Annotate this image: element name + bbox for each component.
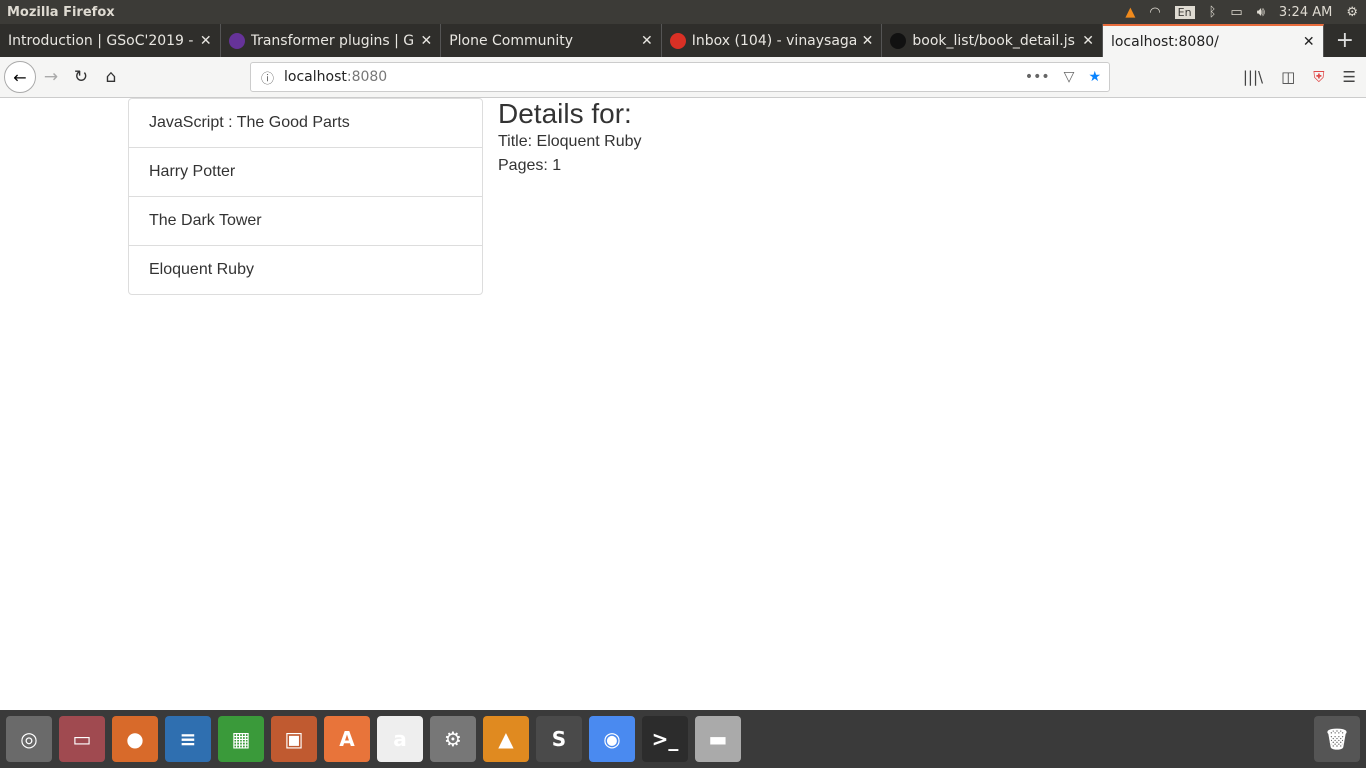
close-tab-icon[interactable]: ✕ (420, 33, 432, 49)
close-tab-icon[interactable]: ✕ (862, 33, 874, 49)
close-tab-icon[interactable]: ✕ (1082, 33, 1094, 49)
writer-icon[interactable]: ≡ (165, 716, 211, 762)
keyboard-language[interactable]: En (1174, 5, 1195, 19)
new-tab-button[interactable]: + (1324, 24, 1366, 57)
launcher-dock: 🗑︎ ◎ ▭ ● ≡ ▦ ▣ Aa ⚙ ▲ S ◉ >_ ▬ (0, 710, 1366, 768)
github-icon (890, 32, 907, 49)
details-title: Title: Eloquent Ruby (498, 133, 642, 150)
wifi-icon[interactable]: ◠ (1149, 5, 1160, 20)
privacy-badger-icon[interactable]: ⛨ (1313, 68, 1324, 86)
power-icon[interactable]: ⚙ (1346, 5, 1358, 20)
ubuntu-icon[interactable]: ◎ (6, 716, 52, 762)
book-list-item[interactable]: JavaScript : The Good Parts (129, 99, 482, 148)
window-title: Mozilla Firefox (7, 4, 115, 20)
software-center-icon[interactable]: A (324, 716, 370, 762)
amazon-icon[interactable]: a (377, 716, 423, 762)
system-tray: ▲ ◠ En ᛒ ▭ 🔊︎ 3:24 AM ⚙ (1125, 0, 1358, 24)
details-heading: Details for: (498, 98, 632, 129)
details-pages: Pages: 1 (498, 157, 562, 174)
reload-button[interactable]: ↻ (66, 67, 96, 87)
info-icon[interactable]: ⓘ (261, 68, 274, 87)
battery-icon[interactable]: ▭ (1230, 5, 1242, 20)
tab-strip: Introduction | GSoC'2019 - D ✕ Transformer… (0, 24, 1366, 57)
book-list: JavaScript : The Good Parts Harry Potter… (128, 98, 483, 295)
terminal-icon[interactable]: >_ (642, 716, 688, 762)
tab-title: Transformer plugins | Ga (250, 32, 415, 49)
menu-icon[interactable]: ☰ (1343, 68, 1356, 86)
tab-title: localhost:8080/ (1110, 33, 1219, 50)
forward-button[interactable]: → (36, 67, 66, 87)
close-tab-icon[interactable]: ✕ (1303, 34, 1315, 50)
vlc-icon[interactable]: ▲ (483, 716, 529, 762)
tab-title: book_list/book_detail.js (912, 32, 1075, 49)
tab-title: Plone Community (449, 32, 574, 49)
impress-icon[interactable]: ▣ (271, 716, 317, 762)
tab-1[interactable]: Transformer plugins | Ga ✕ (221, 24, 442, 57)
vlc-tray-icon[interactable]: ▲ (1125, 5, 1135, 20)
book-details: Details for: Title: Eloquent Ruby Pages:… (498, 98, 641, 178)
tab-0[interactable]: Introduction | GSoC'2019 - D ✕ (0, 24, 221, 57)
gmail-icon (669, 32, 686, 49)
trash-icon[interactable]: 🗑︎ (1314, 716, 1360, 762)
system-top-bar: Mozilla Firefox ▲ ◠ En ᛒ ▭ 🔊︎ 3:24 AM ⚙ (0, 0, 1366, 24)
gatsby-icon (228, 32, 245, 49)
page-content: JavaScript : The Good Parts Harry Potter… (0, 98, 1366, 710)
back-button[interactable]: ← (4, 61, 36, 93)
sidebar-icon[interactable]: ◫ (1281, 68, 1295, 86)
library-icon[interactable]: |||\ (1243, 68, 1263, 86)
files-icon[interactable]: ▭ (59, 716, 105, 762)
clock[interactable]: 3:24 AM (1279, 5, 1332, 20)
url-host: localhost (284, 69, 347, 85)
tab-3[interactable]: Inbox (104) - vinaysagar ✕ (662, 24, 883, 57)
arrow-left-icon: ← (13, 67, 27, 87)
chrome-icon[interactable]: ◉ (589, 716, 635, 762)
tab-5[interactable]: localhost:8080/ ✕ (1102, 24, 1324, 57)
volume-icon[interactable]: 🔊︎ (1257, 5, 1265, 20)
book-list-item[interactable]: Eloquent Ruby (129, 246, 482, 294)
tab-title: Introduction | GSoC'2019 - D (8, 32, 194, 49)
calc-icon[interactable]: ▦ (218, 716, 264, 762)
bluetooth-icon[interactable]: ᛒ (1209, 5, 1217, 20)
sublime-icon[interactable]: S (536, 716, 582, 762)
book-list-item[interactable]: The Dark Tower (129, 197, 482, 246)
bookmark-star-icon[interactable]: ★ (1088, 69, 1101, 85)
page-actions-icon[interactable]: ••• (1025, 69, 1050, 85)
tab-4[interactable]: book_list/book_detail.js ✕ (882, 24, 1103, 57)
close-tab-icon[interactable]: ✕ (641, 33, 653, 49)
book-list-item[interactable]: Harry Potter (129, 148, 482, 197)
firefox-icon[interactable]: ● (112, 716, 158, 762)
url-port: :8080 (346, 69, 388, 85)
url-bar[interactable]: ⓘ localhost:8080 ••• ▽ ★ (250, 62, 1110, 92)
settings-icon[interactable]: ⚙ (430, 716, 476, 762)
home-button[interactable]: ⌂ (96, 67, 126, 87)
close-tab-icon[interactable]: ✕ (200, 33, 212, 49)
pocket-icon[interactable]: ▽ (1064, 69, 1075, 85)
tab-title: Inbox (104) - vinaysagar (691, 32, 856, 49)
tab-2[interactable]: Plone Community ✕ (441, 24, 662, 57)
drive-icon[interactable]: ▬ (695, 716, 741, 762)
navigation-toolbar: ← → ↻ ⌂ ⓘ localhost:8080 ••• ▽ ★ |||\ ◫ … (0, 57, 1366, 98)
